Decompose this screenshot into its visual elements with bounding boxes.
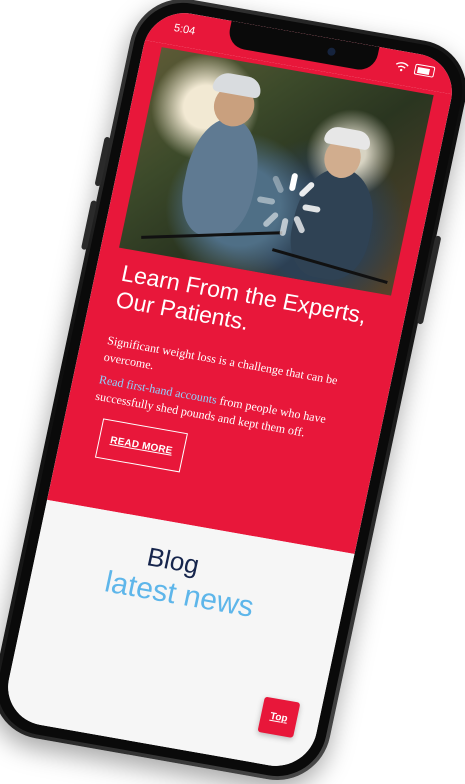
battery-icon [413, 63, 436, 78]
volume-down-button[interactable] [80, 200, 98, 251]
hero-section: Learn From the Experts, Our Patients. Si… [47, 40, 453, 555]
wifi-icon [395, 62, 409, 72]
volume-up-button[interactable] [94, 136, 111, 187]
app-screenshot: 5:04 Learn From the Experts, Our Patient… [0, 0, 465, 784]
phone-screen: 5:04 Learn From the Experts, Our Patient… [0, 6, 460, 773]
read-more-button[interactable]: READ MORE [94, 418, 188, 473]
power-button[interactable] [416, 235, 442, 325]
status-time: 5:04 [172, 22, 197, 38]
status-icons [394, 60, 436, 78]
front-camera-icon [326, 47, 337, 57]
loading-spinner-icon [257, 173, 321, 236]
hero-image [119, 47, 434, 296]
back-to-top-button[interactable]: Top [257, 696, 301, 739]
phone-device: 5:04 Learn From the Experts, Our Patient… [0, 0, 465, 784]
